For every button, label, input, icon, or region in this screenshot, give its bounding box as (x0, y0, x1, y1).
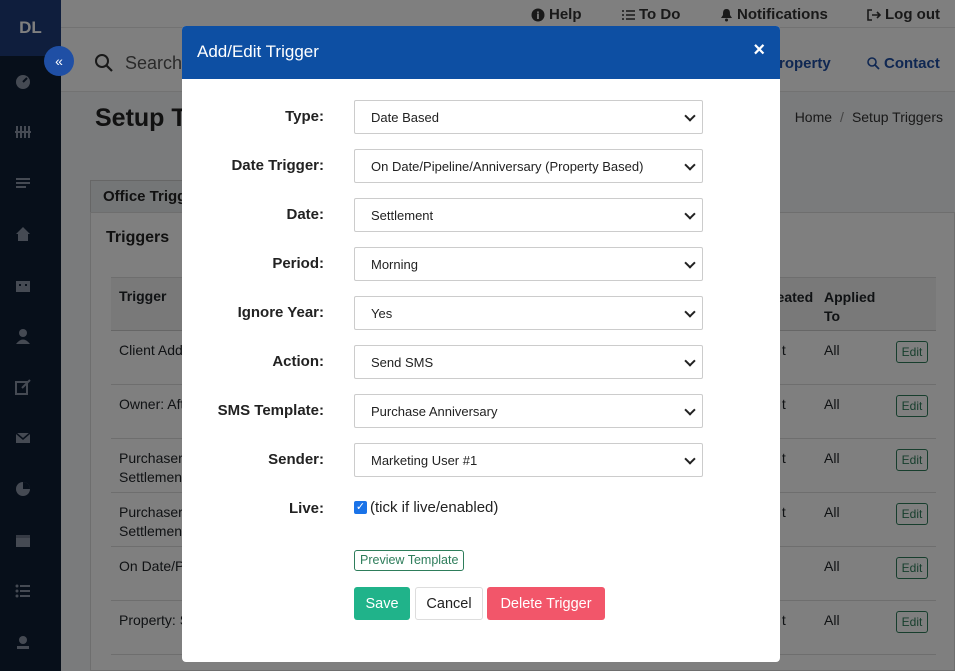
type-value: Date Based (371, 110, 439, 125)
close-icon[interactable]: × (753, 39, 765, 62)
live-checkbox-label[interactable]: (tick if live/enabled) (370, 499, 498, 516)
ignore-year-value: Yes (371, 306, 393, 321)
chevron-down-icon (684, 404, 696, 416)
ignore-year-label: Ignore Year: (237, 304, 324, 321)
chevron-down-icon (684, 355, 696, 367)
live-label: Live: (288, 500, 324, 517)
sidebar-collapse-button[interactable]: « (44, 46, 74, 76)
live-checkbox[interactable]: ✓ (354, 501, 367, 514)
date-value: Settlement (371, 208, 434, 223)
sms-template-label: SMS Template: (217, 402, 324, 419)
period-value: Morning (371, 257, 418, 272)
chevron-down-icon (684, 208, 696, 220)
sender-select[interactable]: Marketing User #1 (354, 443, 703, 477)
chevron-down-icon (684, 257, 696, 269)
sender-value: Marketing User #1 (371, 453, 478, 468)
add-edit-trigger-modal: Add/Edit Trigger × Type: Date Based Date… (182, 26, 780, 662)
action-value: Send SMS (371, 355, 434, 370)
action-label: Action: (272, 353, 324, 370)
preview-template-button[interactable]: Preview Template (354, 550, 465, 571)
sms-template-row: SMS Template: Purchase Anniversary (182, 394, 780, 428)
modal-footer: Save Cancel Delete Trigger (188, 572, 774, 658)
date-trigger-select[interactable]: On Date/Pipeline/Anniversary (Property B… (354, 149, 703, 183)
delete-trigger-button[interactable]: Delete Trigger (487, 587, 605, 620)
sender-label: Sender: (268, 451, 324, 468)
chevron-down-icon (684, 159, 696, 171)
type-select[interactable]: Date Based (354, 100, 703, 134)
period-row: Period: Morning (182, 247, 780, 281)
sms-template-value: Purchase Anniversary (371, 404, 498, 419)
type-row: Type: Date Based (182, 100, 780, 134)
date-trigger-value: On Date/Pipeline/Anniversary (Property B… (371, 159, 644, 174)
date-trigger-label: Date Trigger: (231, 157, 324, 174)
cancel-button[interactable]: Cancel (415, 587, 483, 620)
type-label: Type: (285, 108, 324, 125)
ignore-year-row: Ignore Year: Yes (182, 296, 780, 330)
chevron-down-icon (684, 110, 696, 122)
sender-row: Sender: Marketing User #1 (182, 443, 780, 477)
live-row: Live: ✓ (tick if live/enabled) (182, 492, 780, 526)
modal-title: Add/Edit Trigger (197, 42, 319, 61)
chevron-down-icon (684, 306, 696, 318)
period-select[interactable]: Morning (354, 247, 703, 281)
sms-template-select[interactable]: Purchase Anniversary (354, 394, 703, 428)
chevron-down-icon (684, 453, 696, 465)
date-select[interactable]: Settlement (354, 198, 703, 232)
date-row: Date: Settlement (182, 198, 780, 232)
date-trigger-row: Date Trigger: On Date/Pipeline/Anniversa… (182, 149, 780, 183)
action-row: Action: Send SMS (182, 345, 780, 379)
date-label: Date: (286, 206, 324, 223)
save-button[interactable]: Save (354, 587, 410, 620)
action-select[interactable]: Send SMS (354, 345, 703, 379)
period-label: Period: (272, 255, 324, 272)
ignore-year-select[interactable]: Yes (354, 296, 703, 330)
modal-header: Add/Edit Trigger × (182, 26, 780, 79)
